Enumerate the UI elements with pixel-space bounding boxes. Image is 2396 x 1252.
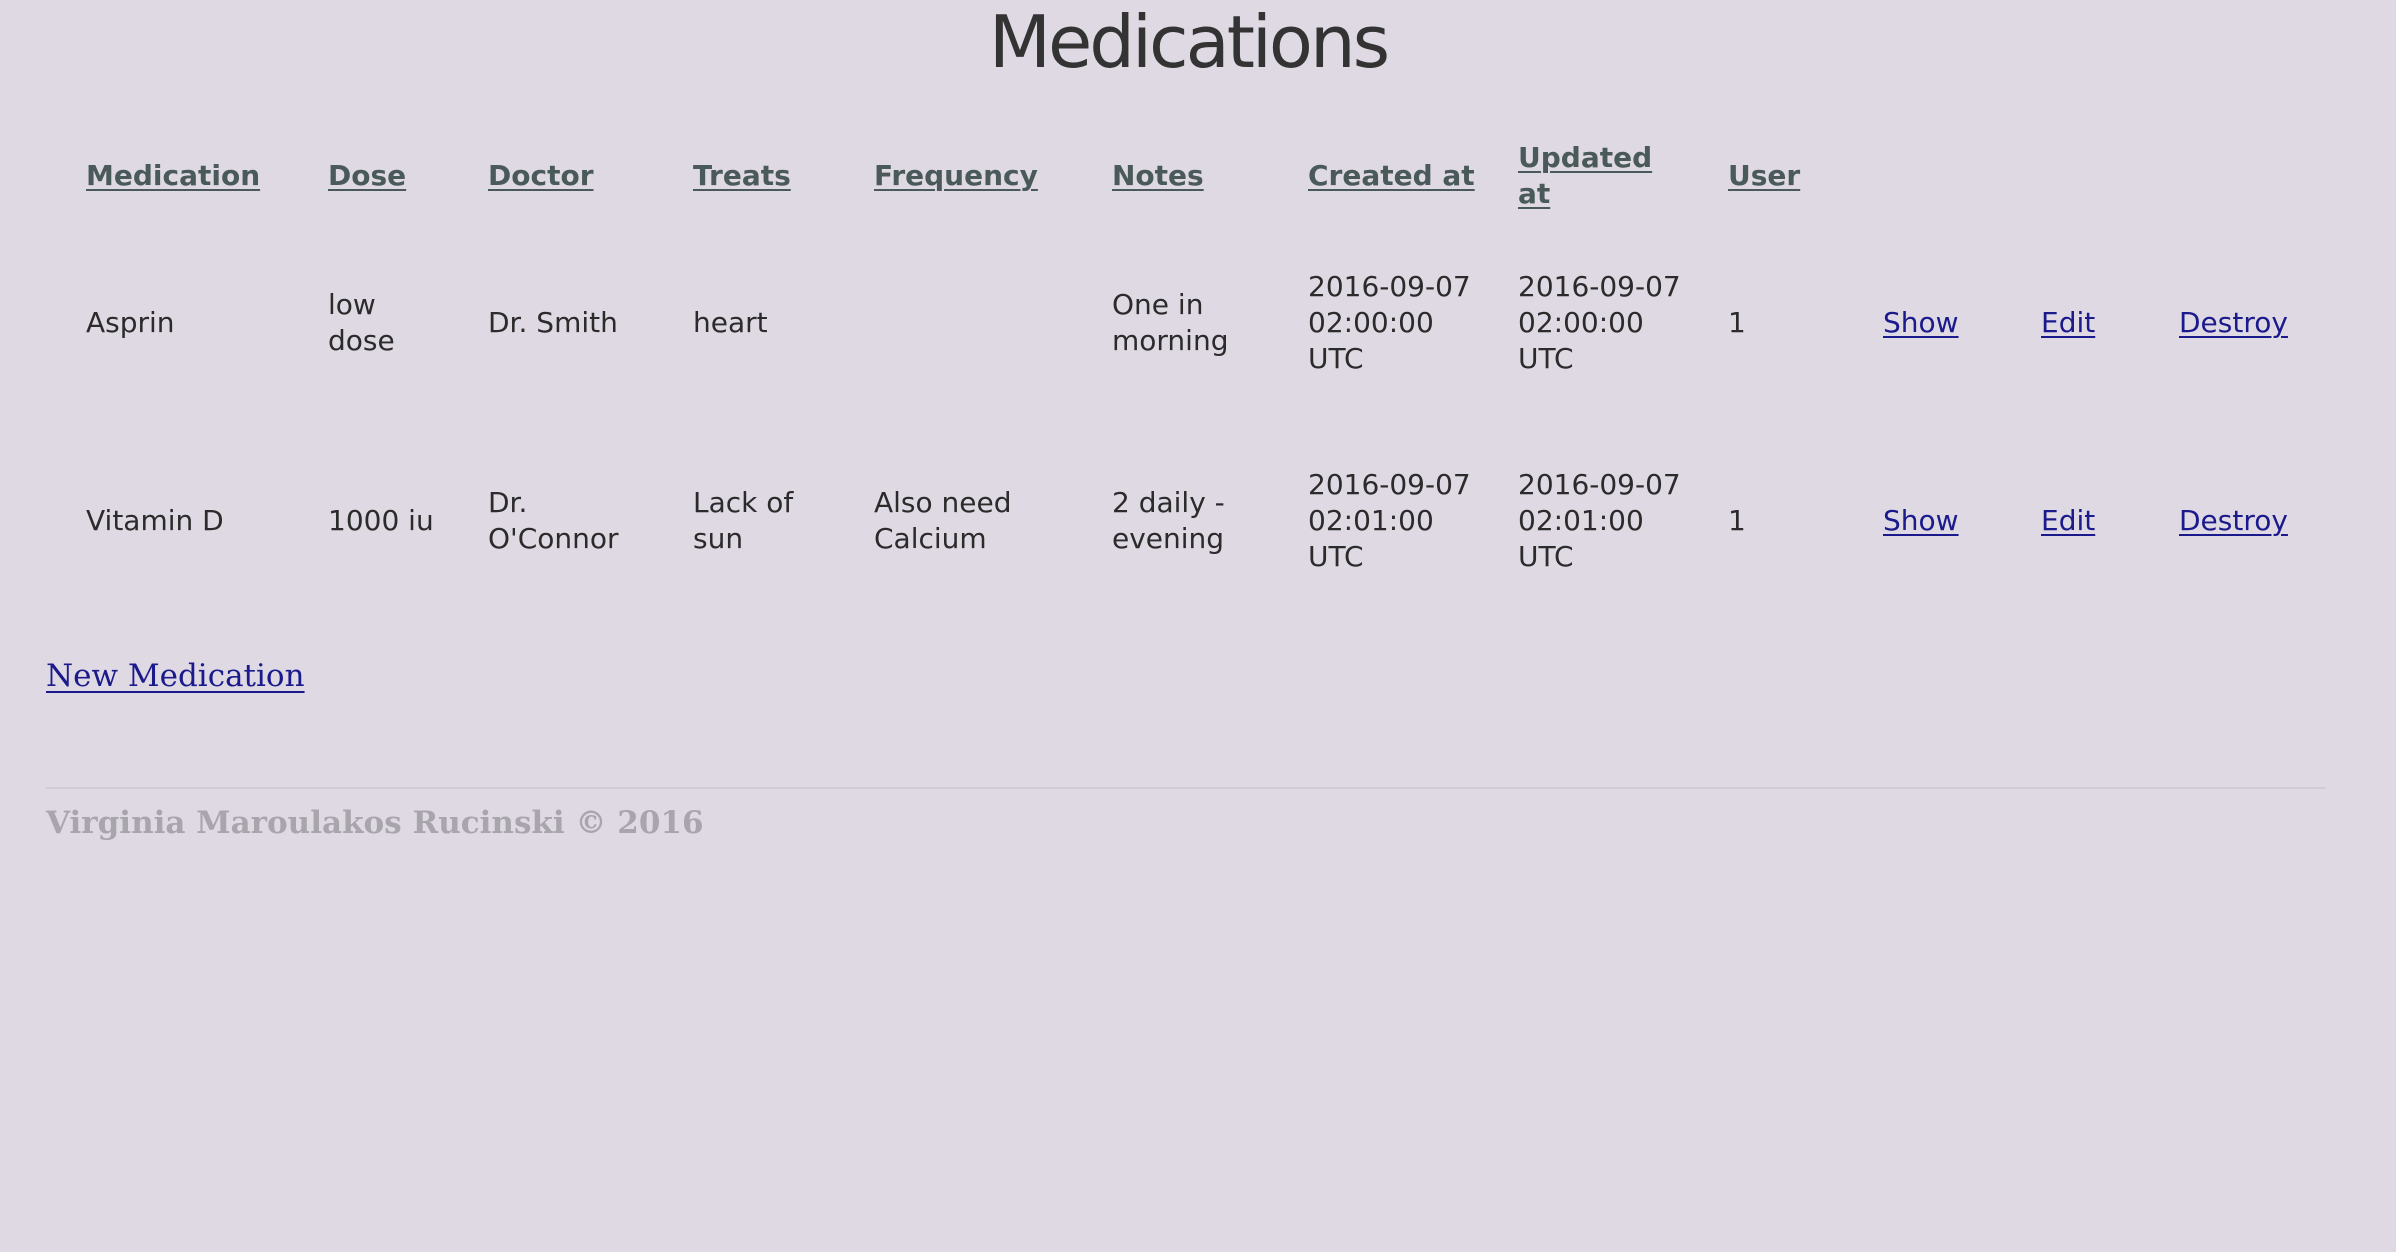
cell-frequency [831,224,1069,422]
column-header-empty [1998,128,2136,224]
cell-destroy: Destroy [2136,224,2322,422]
new-medication-link[interactable]: New Medication [46,656,305,696]
column-header-empty [1840,128,1998,224]
cell-show: Show [1840,422,1998,620]
cell-destroy: Destroy [2136,422,2322,620]
cell-medication: Asprin [86,306,175,339]
show-link[interactable]: Show [1883,306,1959,339]
column-header-treats[interactable]: Treats [650,128,831,224]
table-row: Asprin low dose Dr. Smith heart One in m… [43,224,2322,422]
table-row: Vitamin D 1000 iu Dr. O'Connor Lack of s… [43,422,2322,620]
column-header-created-at[interactable]: Created at [1265,128,1475,224]
column-header-medication[interactable]: Medication [43,128,285,224]
cell-doctor: Dr. O'Connor [488,486,619,555]
cell-treats: Lack of sun [693,486,794,555]
medications-table: Medication Dose Doctor Treats Frequency … [43,128,2322,620]
column-header-frequency[interactable]: Frequency [831,128,1069,224]
footer-divider [46,787,2326,789]
cell-edit: Edit [1998,224,2136,422]
cell-notes: One in morning [1112,288,1229,357]
edit-link[interactable]: Edit [2041,504,2095,537]
column-header-doctor[interactable]: Doctor [445,128,650,224]
cell-user: 1 [1728,306,1746,339]
cell-user: 1 [1728,504,1746,537]
column-header-notes[interactable]: Notes [1069,128,1265,224]
cell-created-at: 2016-09-07 02:00:00 UTC [1308,270,1471,375]
column-header-empty [2136,128,2322,224]
cell-edit: Edit [1998,422,2136,620]
cell-treats: heart [693,306,768,339]
cell-dose: low dose [328,288,395,357]
cell-show: Show [1840,224,1998,422]
cell-dose: 1000 iu [328,504,434,537]
cell-medication: Vitamin D [86,504,224,537]
footer-copyright: Virginia Maroulakos Rucinski © 2016 [46,805,704,841]
table-header-row: Medication Dose Doctor Treats Frequency … [43,128,2322,224]
cell-frequency: Also need Calcium [874,486,1012,555]
cell-created-at: 2016-09-07 02:01:00 UTC [1308,468,1471,573]
page-title: Medications [988,0,1390,84]
cell-doctor: Dr. Smith [488,306,618,339]
destroy-link[interactable]: Destroy [2179,504,2288,537]
cell-updated-at: 2016-09-07 02:01:00 UTC [1518,468,1681,573]
destroy-link[interactable]: Destroy [2179,306,2288,339]
edit-link[interactable]: Edit [2041,306,2095,339]
column-header-updated-at[interactable]: Updated at [1475,128,1685,224]
column-header-user[interactable]: User [1685,128,1840,224]
cell-updated-at: 2016-09-07 02:00:00 UTC [1518,270,1681,375]
show-link[interactable]: Show [1883,504,1959,537]
cell-notes: 2 daily - evening [1112,486,1225,555]
column-header-dose[interactable]: Dose [285,128,445,224]
